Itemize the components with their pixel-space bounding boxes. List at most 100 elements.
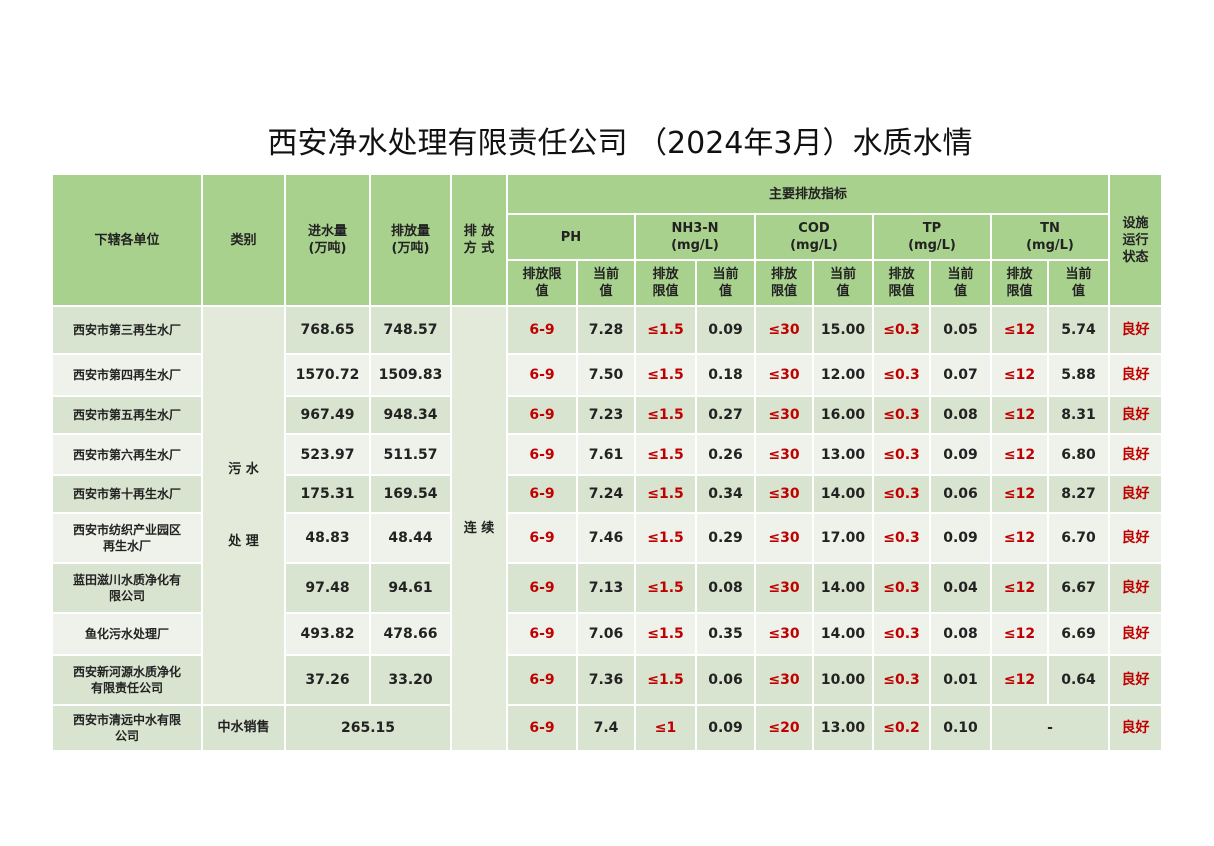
cod-cell: 17.00 [812, 512, 874, 564]
unit-name: 西安市第十再生水厂 [51, 474, 203, 514]
tp-cell: 0.09 [929, 433, 992, 476]
tn-lim-cell: ≤12 [990, 512, 1049, 564]
cod-cell: 13.00 [812, 704, 874, 752]
ph-cell: 7.4 [576, 704, 636, 752]
tn-lim-cell: ≤12 [990, 305, 1049, 355]
ph-cell: 7.13 [576, 562, 636, 614]
discharge-value: 94.61 [369, 562, 452, 614]
nh-lim-cell: ≤1.5 [634, 305, 697, 355]
unit-name: 西安市清远中水有限 公司 [51, 704, 203, 752]
cod-lim-cell: ≤30 [754, 305, 814, 355]
ph-lim-cell: 6-9 [506, 512, 578, 564]
cod-lim-cell: ≤30 [754, 395, 814, 435]
ph-lim-cell: 6-9 [506, 395, 578, 435]
header-inflow: 进水量 (万吨) [284, 173, 371, 307]
nh-lim-cell: ≤1.5 [634, 612, 697, 656]
cod-cell: 10.00 [812, 654, 874, 706]
ph-cell: 7.28 [576, 305, 636, 355]
discharge-value: 478.66 [369, 612, 452, 656]
tp-lim-cell: ≤0.3 [872, 305, 931, 355]
tp-lim-cell: ≤0.3 [872, 562, 931, 614]
cod-lim-cell: ≤30 [754, 562, 814, 614]
tp-lim-cell: ≤0.3 [872, 433, 931, 476]
inflow-value: 493.82 [284, 612, 371, 656]
ph-lim-cell: 6-9 [506, 353, 578, 397]
tn-lim-cell: ≤12 [990, 612, 1049, 656]
header-tp-limit: 排放 限值 [872, 259, 931, 307]
tn-lim-cell: ≤12 [990, 433, 1049, 476]
status-value: 良好 [1108, 704, 1164, 752]
inflow-value: 523.97 [284, 433, 371, 476]
header-nh3n-limit: 排放 限值 [634, 259, 697, 307]
inflow-value: 37.26 [284, 654, 371, 706]
tn-cell: 0.64 [1046, 654, 1111, 706]
cod-lim-cell: ≤30 [754, 654, 814, 706]
unit-name: 西安市纺织产业园区 再生水厂 [51, 512, 203, 564]
nh-cell: 0.34 [695, 474, 756, 514]
nh-lim-cell: ≤1.5 [634, 395, 697, 435]
cod-lim-cell: ≤20 [754, 704, 814, 752]
status-value: 良好 [1108, 353, 1164, 397]
cod-cell: 14.00 [812, 562, 874, 614]
tn-lim-cell: ≤12 [990, 654, 1049, 706]
header-ph-current: 当前 值 [576, 259, 636, 307]
unit-name: 西安市第三再生水厂 [51, 305, 203, 355]
ph-lim-cell: 6-9 [506, 612, 578, 656]
ph-cell: 7.23 [576, 395, 636, 435]
nh-lim-cell: ≤1.5 [634, 353, 697, 397]
status-value: 良好 [1108, 612, 1164, 656]
nh-lim-cell: ≤1.5 [634, 474, 697, 514]
unit-name: 西安市第五再生水厂 [51, 395, 203, 435]
cod-lim-cell: ≤30 [754, 612, 814, 656]
status-value: 良好 [1108, 395, 1164, 435]
ph-lim-cell: 6-9 [506, 433, 578, 476]
status-value: 良好 [1108, 654, 1164, 706]
tn-cell: 8.27 [1046, 474, 1111, 514]
cod-cell: 16.00 [812, 395, 874, 435]
header-tn-current: 当前 值 [1046, 259, 1111, 307]
status-value: 良好 [1108, 433, 1164, 476]
tn-lim-cell: ≤12 [990, 562, 1049, 614]
unit-name: 西安市第六再生水厂 [51, 433, 203, 476]
ph-lim-cell: 6-9 [506, 305, 578, 355]
inflow-value: 97.48 [284, 562, 371, 614]
status-value: 良好 [1108, 562, 1164, 614]
header-status: 设施 运行 状态 [1108, 173, 1164, 307]
tp-lim-cell: ≤0.3 [872, 612, 931, 656]
discharge-mode: 连 续 [450, 305, 508, 752]
ph-lim-cell: 6-9 [506, 654, 578, 706]
nh-cell: 0.26 [695, 433, 756, 476]
nh-lim-cell: ≤1 [634, 704, 697, 752]
tp-lim-cell: ≤0.3 [872, 654, 931, 706]
tp-lim-cell: ≤0.3 [872, 474, 931, 514]
nh-lim-cell: ≤1.5 [634, 433, 697, 476]
status-value: 良好 [1108, 512, 1164, 564]
nh-cell: 0.35 [695, 612, 756, 656]
header-discharge: 排放量 (万吨) [369, 173, 452, 307]
cod-cell: 14.00 [812, 612, 874, 656]
category-reclaimed: 中水销售 [201, 704, 286, 752]
ph-lim-cell: 6-9 [506, 474, 578, 514]
status-value: 良好 [1108, 474, 1164, 514]
water-quality-table: 下辖各单位 类别 进水量 (万吨) 排放量 (万吨) 排 放 方 式 主要排放指… [51, 173, 1164, 752]
ph-cell: 7.06 [576, 612, 636, 656]
nh-cell: 0.27 [695, 395, 756, 435]
nh-lim-cell: ≤1.5 [634, 654, 697, 706]
inflow-value: 48.83 [284, 512, 371, 564]
page-title: 西安净水处理有限责任公司 （2024年3月）水质水情 [267, 126, 973, 161]
tn-lim-cell: ≤12 [990, 395, 1049, 435]
ph-cell: 7.36 [576, 654, 636, 706]
nh-cell: 0.29 [695, 512, 756, 564]
ph-cell: 7.61 [576, 433, 636, 476]
ph-cell: 7.50 [576, 353, 636, 397]
tp-cell: 0.08 [929, 612, 992, 656]
cod-cell: 14.00 [812, 474, 874, 514]
tn-cell: 6.67 [1046, 562, 1111, 614]
tn-cell: - [989, 704, 1111, 752]
nh-lim-cell: ≤1.5 [634, 562, 697, 614]
discharge-value: 748.57 [369, 305, 452, 355]
inflow-value: 768.65 [284, 305, 371, 355]
header-nh3n-current: 当前 值 [695, 259, 756, 307]
discharge-value: 33.20 [369, 654, 452, 706]
nh-cell: 0.18 [695, 353, 756, 397]
